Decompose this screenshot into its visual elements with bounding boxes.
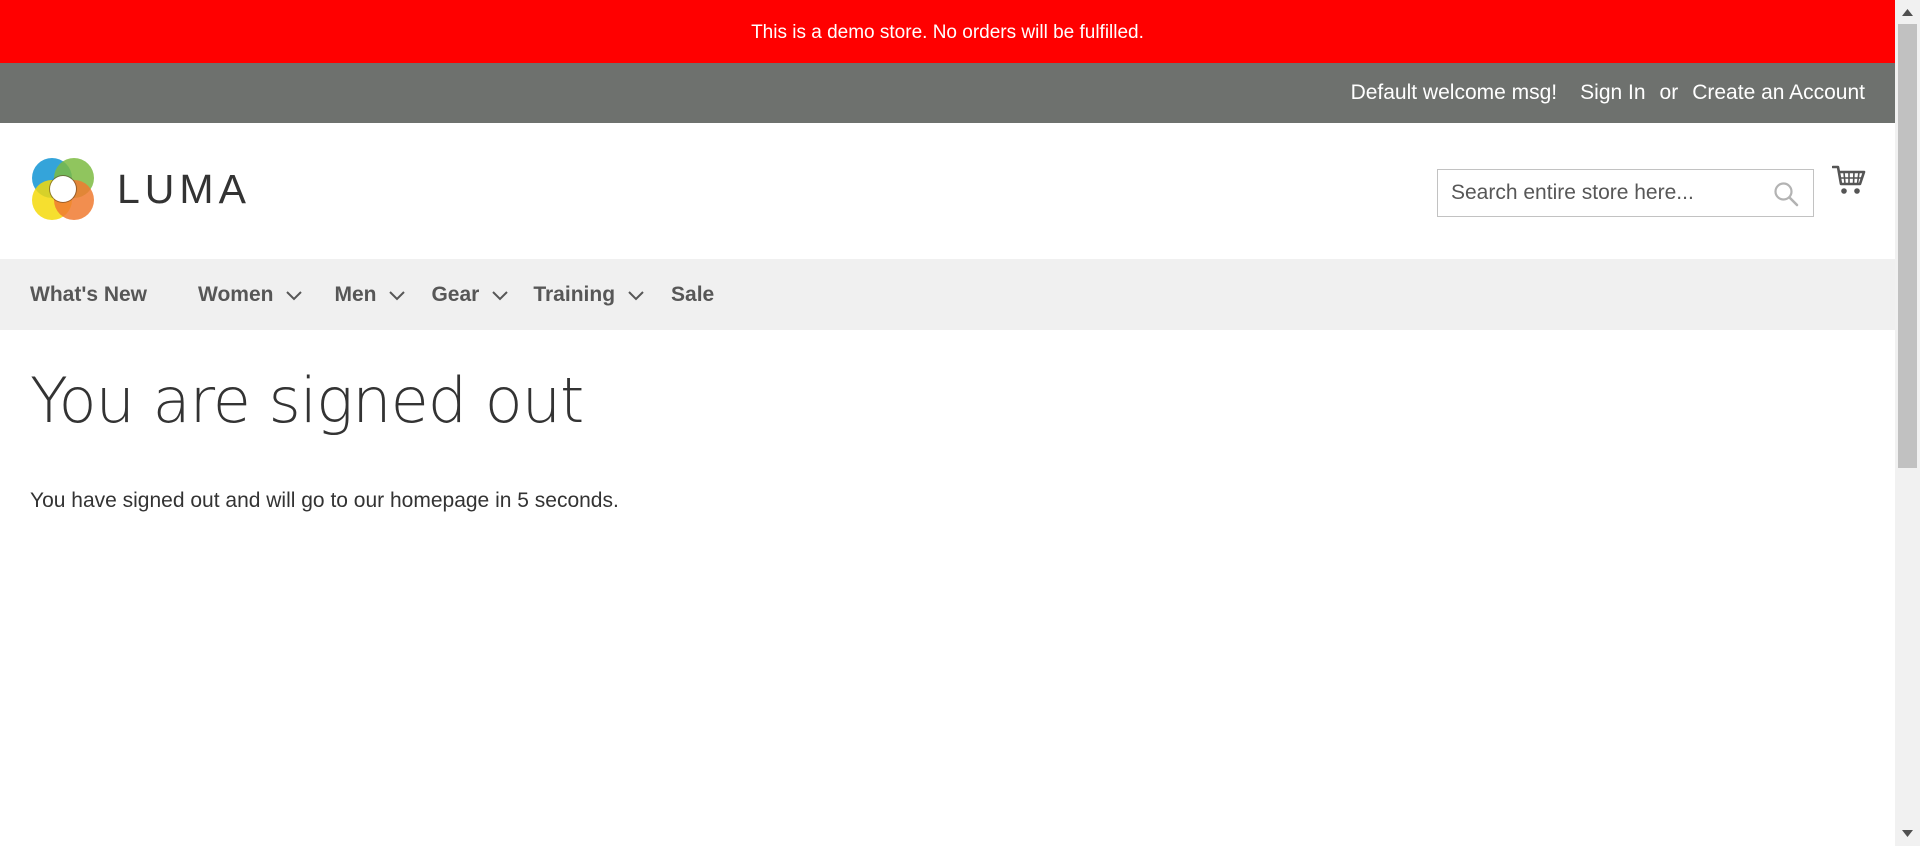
nav-item-sale[interactable]: Sale [671, 259, 714, 330]
chevron-down-icon [286, 290, 303, 300]
logo-text: LUMA [117, 165, 251, 212]
main-content: You are signed out You have signed out a… [0, 330, 1895, 513]
vertical-scrollbar[interactable] [1895, 0, 1920, 846]
demo-notice: This is a demo store. No orders will be … [0, 0, 1895, 63]
header: LUMA [0, 123, 1895, 259]
or-separator: or [1659, 81, 1679, 104]
search-icon[interactable] [1773, 181, 1799, 207]
scroll-down-arrow-icon[interactable] [1902, 830, 1913, 838]
nav-item-label: Sale [671, 282, 715, 306]
scroll-up-arrow-icon[interactable] [1902, 8, 1913, 16]
nav-item-label: What's New [30, 282, 148, 306]
nav-item-whats-new[interactable]: What's New [30, 259, 147, 330]
chevron-down-icon [492, 290, 509, 300]
page-title: You are signed out [30, 364, 584, 437]
sign-in-link[interactable]: Sign In [1580, 81, 1645, 104]
nav-item-label: Training [533, 282, 616, 306]
panel-header: Default welcome msg! Sign In or Create a… [0, 63, 1895, 123]
demo-notice-text: This is a demo store. No orders will be … [751, 21, 1144, 43]
nav-item-women[interactable]: Women [198, 259, 303, 330]
page: This is a demo store. No orders will be … [0, 0, 1895, 846]
nav-item-training[interactable]: Training [533, 259, 645, 330]
welcome-message: Default welcome msg! [1350, 81, 1558, 104]
nav-item-label: Gear [431, 282, 480, 306]
luma-logo-icon [32, 158, 94, 220]
create-account-link[interactable]: Create an Account [1692, 81, 1865, 104]
nav-item-gear[interactable]: Gear [431, 259, 509, 330]
scrollbar-thumb[interactable] [1898, 24, 1917, 468]
search-input[interactable] [1438, 170, 1813, 216]
cart-icon[interactable] [1832, 163, 1866, 197]
nav-item-label: Women [198, 282, 274, 306]
search-box [1437, 169, 1814, 217]
logo[interactable]: LUMA [30, 156, 251, 222]
nav-item-men[interactable]: Men [334, 259, 406, 330]
nav-item-label: Men [334, 282, 377, 306]
chevron-down-icon [628, 290, 644, 300]
main-navigation: What's New Women Men Gear Training Sale [0, 259, 1895, 330]
chevron-down-icon [389, 290, 406, 300]
signout-message: You have signed out and will go to our h… [30, 489, 619, 513]
